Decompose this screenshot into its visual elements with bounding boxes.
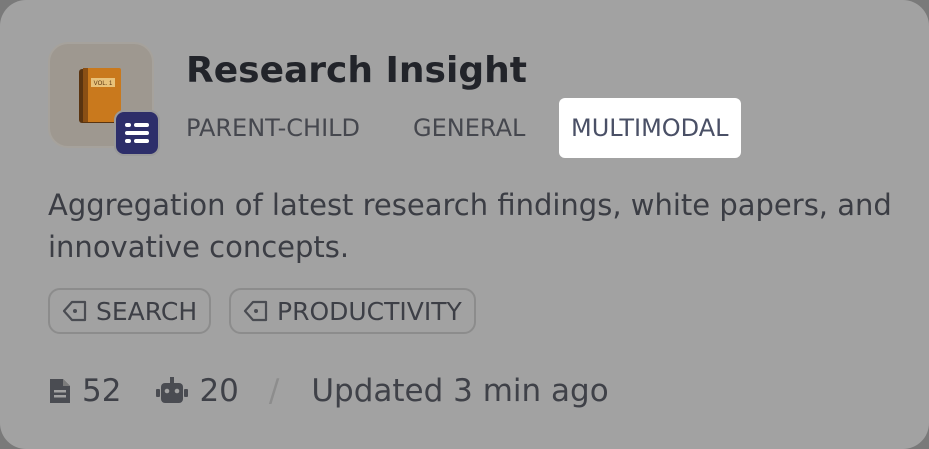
tag-productivity[interactable]: PRODUCTIVITY (229, 288, 476, 334)
tag-label: PRODUCTIVITY (277, 296, 462, 326)
mode-tab-general[interactable]: GENERAL (413, 98, 525, 158)
mode-tab-multimodal[interactable]: MULTIMODAL (559, 98, 741, 158)
stats-separator: / (268, 373, 280, 409)
tag-label: SEARCH (96, 296, 198, 326)
dataset-stats: 52 20 / Updated 3 min ago (48, 366, 609, 416)
dataset-card[interactable]: VOL. 1 Research Insight PARENT-CHILD GEN… (0, 0, 929, 449)
updated-time: Updated 3 min ago (311, 373, 609, 409)
document-icon (50, 379, 70, 403)
robot-icon (156, 377, 189, 403)
mode-tab-parent-child[interactable]: PARENT-CHILD (186, 98, 360, 158)
tag-search[interactable]: SEARCH (48, 288, 212, 334)
dataset-type-badge (114, 110, 160, 156)
list-icon (125, 123, 149, 143)
apps-count: 20 (199, 373, 239, 409)
documents-count: 52 (82, 373, 122, 409)
dataset-description: Aggregation of latest research findings,… (48, 188, 892, 264)
tag-icon (243, 300, 268, 322)
book-label: VOL. 1 (94, 81, 113, 87)
dataset-title: Research Insight (186, 50, 527, 91)
tag-icon (62, 300, 87, 322)
